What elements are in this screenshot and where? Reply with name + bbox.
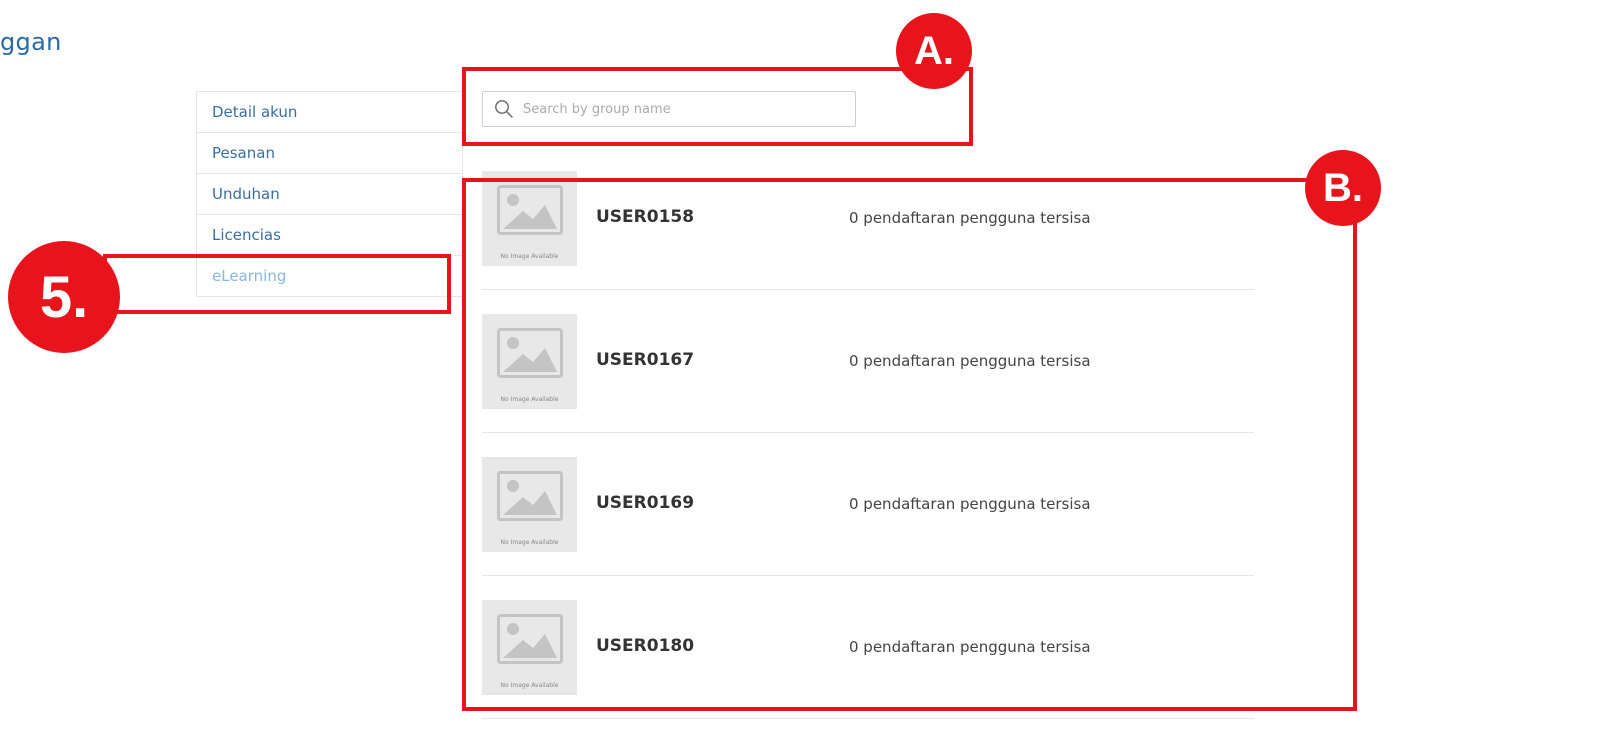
group-list: No Image Available USER0158 0 pendaftara… xyxy=(482,171,1254,719)
page-title: ggan xyxy=(0,28,62,56)
sidebar-item-pesanan[interactable]: Pesanan xyxy=(197,133,462,174)
group-status: 0 pendaftaran pengguna tersisa xyxy=(849,495,1091,513)
group-status: 0 pendaftaran pengguna tersisa xyxy=(849,209,1091,227)
thumbnail-caption: No Image Available xyxy=(500,253,559,260)
image-placeholder-icon xyxy=(496,185,563,235)
search-box xyxy=(482,91,856,127)
image-placeholder-icon xyxy=(496,614,563,664)
sidebar-item-detail-akun[interactable]: Detail akun xyxy=(197,92,462,133)
annotation-badge-5: 5. xyxy=(8,241,120,353)
group-row[interactable]: No Image Available USER0167 0 pendaftara… xyxy=(482,290,1254,433)
search-input[interactable] xyxy=(523,92,855,126)
group-row[interactable]: No Image Available USER0158 0 pendaftara… xyxy=(482,171,1254,290)
sidebar-item-licencias[interactable]: Licencias xyxy=(197,215,462,256)
group-name[interactable]: USER0180 xyxy=(596,636,694,656)
image-placeholder-icon xyxy=(496,471,563,521)
annotation-badge-a: A. xyxy=(896,13,972,89)
sidebar-item-elearning[interactable]: eLearning xyxy=(197,256,462,297)
no-image-thumbnail: No Image Available xyxy=(482,600,577,695)
thumbnail-caption: No Image Available xyxy=(500,539,559,546)
search-icon xyxy=(493,98,515,120)
thumbnail-caption: No Image Available xyxy=(500,682,559,689)
no-image-thumbnail: No Image Available xyxy=(482,457,577,552)
annotation-badge-b: B. xyxy=(1305,150,1381,226)
group-row[interactable]: No Image Available USER0180 0 pendaftara… xyxy=(482,576,1254,719)
account-sidebar: Detail akun Pesanan Unduhan Licencias eL… xyxy=(196,91,463,297)
thumbnail-caption: No Image Available xyxy=(500,396,559,403)
group-row[interactable]: No Image Available USER0169 0 pendaftara… xyxy=(482,433,1254,576)
group-name[interactable]: USER0167 xyxy=(596,350,694,370)
no-image-thumbnail: No Image Available xyxy=(482,171,577,266)
group-name[interactable]: USER0169 xyxy=(596,493,694,513)
group-status: 0 pendaftaran pengguna tersisa xyxy=(849,352,1091,370)
group-status: 0 pendaftaran pengguna tersisa xyxy=(849,638,1091,656)
group-name[interactable]: USER0158 xyxy=(596,207,694,227)
no-image-thumbnail: No Image Available xyxy=(482,314,577,409)
image-placeholder-icon xyxy=(496,328,563,378)
sidebar-item-unduhan[interactable]: Unduhan xyxy=(197,174,462,215)
